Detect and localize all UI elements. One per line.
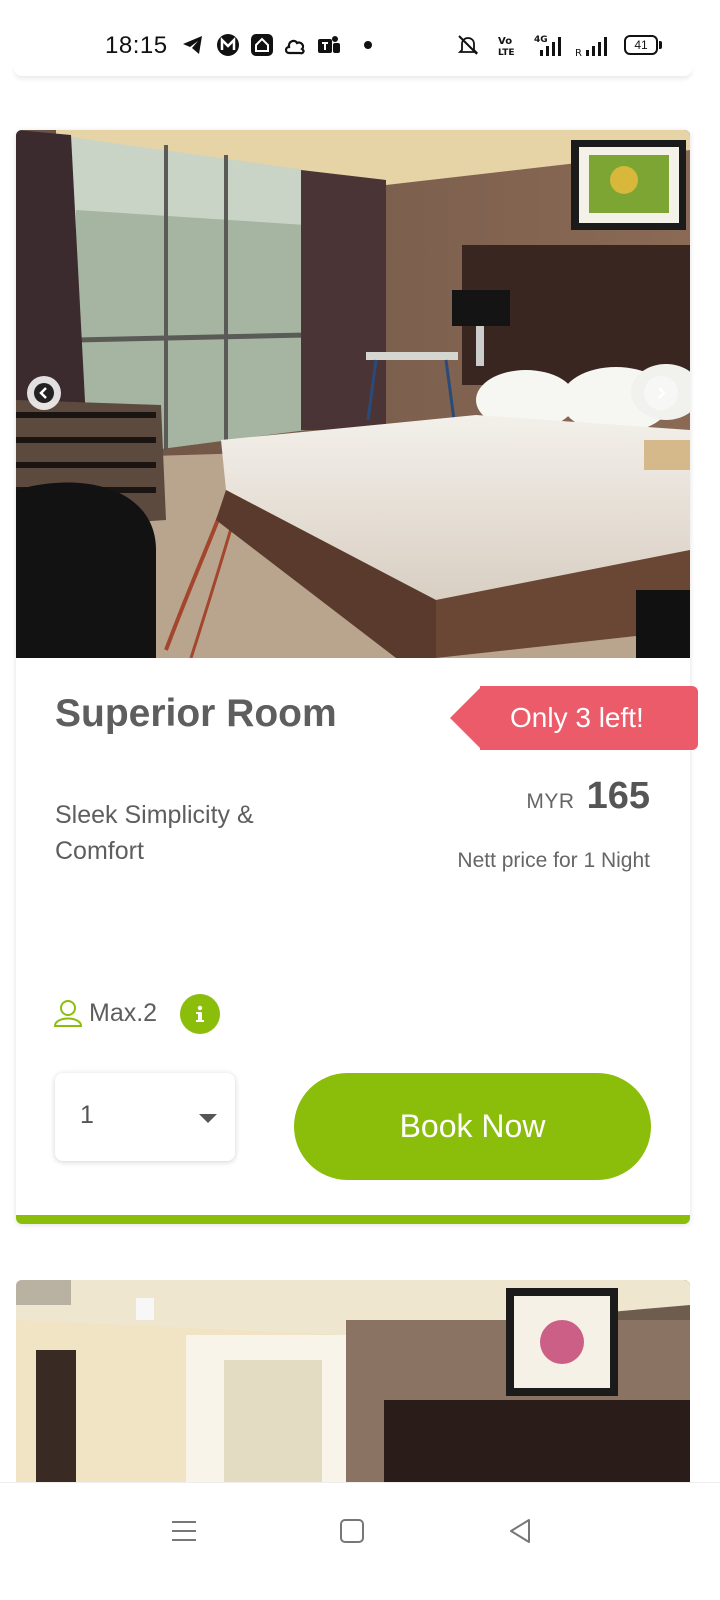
carousel-prev-button[interactable] [27,376,61,410]
menu-icon [172,1521,196,1541]
price-value: 165 [586,775,650,817]
card-accent-bar [16,1215,690,1224]
currency-label: MYR [526,790,575,813]
svg-text:LTE: LTE [498,48,515,57]
nav-back-button[interactable] [500,1511,540,1551]
availability-badge-label: Only 3 left! [480,686,698,750]
status-time: 18:15 [105,32,168,59]
badge-tip [450,686,482,750]
user-icon [53,1000,83,1027]
svg-text:4G: 4G [534,35,548,45]
next-room-photo [16,1280,690,1500]
hotel-room-photo[interactable] [16,130,690,658]
carousel-next-button[interactable] [644,376,678,410]
room-photo-illustration [16,130,690,658]
occupancy-label: Max.2 [89,998,158,1027]
4g-signal-icon: 4G [534,35,561,56]
home-app-icon [251,34,273,56]
back-triangle-icon [510,1519,530,1543]
next-room-card[interactable] [16,1280,690,1500]
room-title: Superior Room [55,692,337,735]
page: 18:15 Vo LTE 4G R 41 Superior Room Sleek… [0,0,720,1600]
cloud-icon [284,39,305,55]
room-info-button[interactable] [180,994,220,1034]
nav-menu-button[interactable] [164,1511,204,1551]
room-quantity-value: 1 [80,1101,94,1129]
room-quantity-select[interactable]: 1 [55,1073,235,1161]
teams-icon [318,36,340,53]
room-card: Superior Room Sleek Simplicity & Comfort… [16,130,698,1224]
telegram-icon [183,36,202,54]
notification-dot [364,41,372,49]
caret-down-icon [199,1114,217,1123]
status-bar: 18:15 Vo LTE 4G R 41 [0,0,720,90]
occupancy: Max.2 [53,998,157,1028]
volte-icon: VoLTE [498,36,515,57]
svg-text:R: R [575,48,582,57]
room-subtitle: Sleek Simplicity & Comfort [55,801,254,865]
home-square-icon [340,1519,364,1543]
info-icon [196,1005,204,1022]
roaming-signal-icon: R [575,37,607,57]
collapsed-header [14,66,692,76]
battery-icon: 41 [624,35,658,55]
svg-text:Vo: Vo [498,36,512,47]
m-app-icon [217,34,239,56]
battery-tip [659,41,662,49]
chevron-right-icon [658,387,666,399]
system-nav-bar [0,1482,720,1600]
mute-icon [457,35,479,55]
book-now-button[interactable]: Book Now [294,1073,651,1180]
chevron-left-icon [34,383,54,403]
price-row: MYR 165 [526,775,650,818]
price-note: Nett price for 1 Night [457,849,650,872]
nav-home-button[interactable] [332,1511,372,1551]
